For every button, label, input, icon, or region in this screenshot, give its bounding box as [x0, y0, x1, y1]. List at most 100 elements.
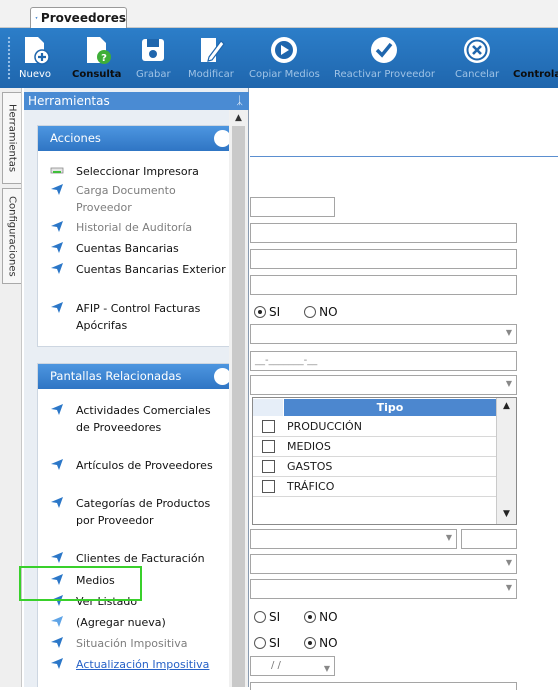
related-commercial-activities[interactable]: Actividades Comerciales de Proveedores	[38, 402, 241, 436]
app-logo-icon	[35, 16, 38, 20]
radio-group-3: SI NO	[254, 636, 338, 650]
link-arrow-icon	[38, 219, 76, 233]
form-divider	[250, 156, 558, 157]
table-row[interactable]: GASTOS	[253, 457, 496, 477]
action-bank-accounts[interactable]: Cuentas Bancarias	[38, 240, 241, 257]
link-arrow-icon	[38, 182, 76, 196]
modify-button[interactable]: Modificar	[188, 34, 234, 84]
scroll-up-arrow-icon[interactable]: ▲	[229, 110, 248, 126]
row-checkbox[interactable]	[262, 460, 275, 473]
reactivate-supplier-button-label: Reactivar Proveedor	[334, 69, 435, 80]
text-field[interactable]	[250, 682, 517, 690]
row-checkbox[interactable]	[262, 420, 275, 433]
new-button-label: Nuevo	[19, 69, 52, 80]
date2-mask-text: / /	[271, 660, 281, 671]
related-billing-clients[interactable]: Clientes de Facturación	[38, 550, 241, 567]
tools-panel-scrollbar[interactable]: ▲	[229, 110, 248, 687]
query-button[interactable]: ? Consulta	[72, 34, 121, 84]
chevron-down-icon[interactable]: ▼	[324, 660, 330, 678]
action-afip-invoice-control[interactable]: AFIP - Control Facturas Apócrifas	[38, 300, 241, 334]
row-checkbox[interactable]	[262, 440, 275, 453]
type-grid: Tipo PRODUCCIÓN MEDIOS GASTOS TRÁFICO ▲ …	[252, 397, 517, 525]
action-load-supplier-document[interactable]: Carga Documento Proveedor	[38, 182, 241, 216]
link-arrow-icon	[38, 550, 76, 564]
control-button[interactable]: Controla	[513, 34, 558, 84]
related-screens-title: Pantallas Relacionadas	[50, 369, 182, 383]
scroll-thumb[interactable]	[232, 126, 245, 687]
tools-panel-title: Herramientas ᛣ	[24, 92, 249, 110]
table-row[interactable]: PRODUCCIÓN	[253, 417, 496, 437]
radio-si-1[interactable]	[254, 306, 266, 318]
table-row[interactable]: TRÁFICO	[253, 477, 496, 497]
new-button[interactable]: Nuevo	[19, 34, 51, 84]
action-select-printer[interactable]: Seleccionar Impresora	[38, 163, 241, 180]
modify-button-label: Modificar	[188, 69, 234, 80]
chevron-down-icon[interactable]: ▼	[506, 558, 512, 567]
scroll-up-arrow-icon[interactable]: ▲	[497, 398, 516, 414]
chevron-down-icon[interactable]: ▼	[506, 583, 512, 592]
radio-si-2[interactable]	[254, 611, 266, 623]
pin-icon[interactable]: ᛣ	[236, 92, 243, 110]
save-button[interactable]: Grabar	[136, 34, 171, 84]
related-screens-box: Pantallas Relacionadas Actividades Comer…	[37, 363, 240, 687]
tab-title: Proveedores	[40, 11, 126, 25]
radio-group-1: SI NO	[254, 305, 338, 319]
date-field[interactable]: __-_______-__	[250, 351, 517, 371]
actions-box-header[interactable]: Acciones	[38, 126, 239, 151]
text-field[interactable]	[250, 197, 335, 217]
copy-media-button-label: Copiar Medios	[249, 69, 320, 80]
tab-configuraciones[interactable]: Configuraciones	[2, 188, 21, 284]
chevron-down-icon[interactable]: ▼	[506, 328, 512, 337]
related-supplier-articles[interactable]: Artículos de Proveedores	[38, 457, 241, 474]
related-tax-situation[interactable]: Situación Impositiva	[38, 635, 241, 652]
action-audit-history[interactable]: Historial de Auditoría	[38, 219, 241, 236]
link-arrow-icon	[38, 300, 76, 314]
play-circle-icon	[269, 34, 299, 66]
scroll-down-arrow-icon[interactable]: ▼	[497, 506, 516, 522]
table-row[interactable]: MEDIOS	[253, 437, 496, 457]
text-field[interactable]	[461, 529, 517, 549]
action-foreign-bank-accounts[interactable]: Cuentas Bancarias Exterior	[38, 261, 241, 278]
toolbar-grip[interactable]	[7, 36, 11, 80]
tab-herramientas[interactable]: Herramientas	[2, 92, 21, 184]
reactivate-supplier-button[interactable]: Reactivar Proveedor	[334, 34, 435, 84]
radio-si-3[interactable]	[254, 637, 266, 649]
combo-box[interactable]: ▼	[250, 529, 457, 549]
text-field[interactable]	[250, 223, 517, 243]
row-checkbox[interactable]	[262, 480, 275, 493]
actions-box-title: Acciones	[50, 131, 101, 145]
combo-box[interactable]: ▼	[250, 554, 517, 574]
supplier-form: SI NO ▼ __-_______-__ ▼ Tipo PRODUCCIÓN …	[250, 88, 558, 690]
grid-scrollbar[interactable]: ▲ ▼	[496, 398, 516, 524]
link-arrow-icon	[38, 402, 76, 416]
save-button-label: Grabar	[136, 69, 171, 80]
control-button-label: Controla	[513, 69, 558, 80]
edit-pencil-icon	[196, 34, 226, 66]
query-button-label: Consulta	[72, 69, 122, 80]
cancel-x-circle-icon	[462, 34, 492, 66]
link-arrow-icon	[38, 495, 76, 509]
related-screens-header[interactable]: Pantallas Relacionadas	[38, 364, 239, 389]
date-picker[interactable]: / / ▼	[250, 656, 335, 676]
radio-no-3[interactable]	[304, 637, 317, 649]
chevron-down-icon[interactable]: ▼	[506, 379, 512, 388]
selection-highlight	[19, 566, 142, 601]
combo-box[interactable]: ▼	[250, 579, 517, 599]
related-add-new[interactable]: (Agregar nueva)	[38, 614, 241, 631]
related-product-categories[interactable]: Categorías de Productos por Proveedor	[38, 495, 241, 529]
tab-configuraciones-label: Configuraciones	[6, 195, 18, 277]
cancel-button[interactable]: Cancelar	[455, 34, 499, 84]
text-field[interactable]	[250, 249, 517, 269]
radio-no-2[interactable]	[304, 611, 317, 623]
text-field[interactable]	[250, 275, 517, 295]
tab-proveedores[interactable]: Proveedores	[30, 7, 127, 28]
link-arrow-icon	[38, 635, 76, 649]
svg-text:?: ?	[101, 53, 107, 64]
link-arrow-icon	[38, 240, 76, 254]
related-tax-update[interactable]: Actualización Impositiva	[38, 656, 241, 673]
radio-no-1[interactable]	[304, 306, 317, 318]
chevron-down-icon[interactable]: ▼	[446, 533, 452, 542]
copy-media-button[interactable]: Copiar Medios	[249, 34, 320, 84]
combo-box[interactable]: ▼	[250, 375, 517, 395]
combo-box[interactable]: ▼	[250, 324, 517, 344]
